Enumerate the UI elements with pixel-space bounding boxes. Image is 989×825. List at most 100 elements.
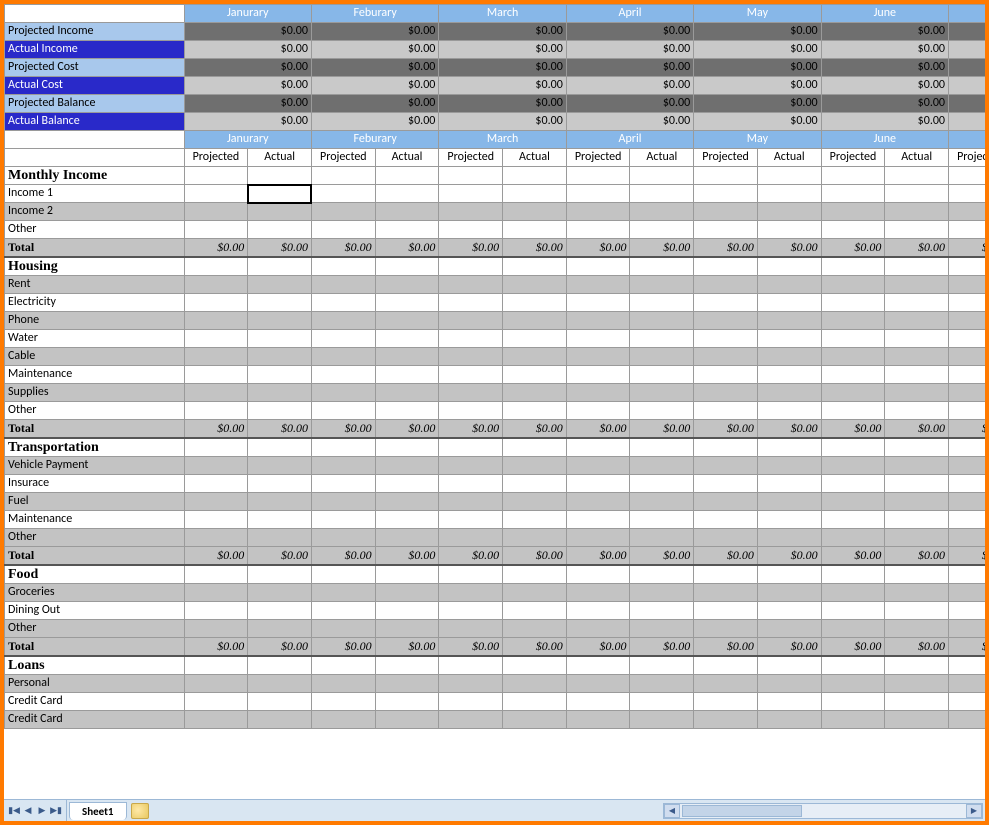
line-item-cell[interactable] [248, 620, 312, 638]
section-header-cell[interactable] [757, 167, 821, 185]
line-item-cell[interactable] [248, 693, 312, 711]
line-item-cell[interactable] [311, 511, 375, 529]
total-cell[interactable]: $0.00 [439, 638, 503, 657]
line-item-cell[interactable] [821, 203, 885, 221]
line-item-cell[interactable] [248, 493, 312, 511]
line-item-cell[interactable] [757, 584, 821, 602]
summary-row-label[interactable]: Projected Income [5, 23, 185, 41]
line-item-cell[interactable] [694, 294, 758, 312]
total-cell[interactable]: $0.00 [375, 239, 439, 258]
line-item-cell[interactable] [184, 675, 248, 693]
line-item-cell[interactable] [311, 529, 375, 547]
line-item-cell[interactable] [439, 584, 503, 602]
month-header[interactable]: March [439, 5, 566, 23]
total-cell[interactable]: $0.00 [503, 239, 567, 258]
line-item-cell[interactable] [439, 384, 503, 402]
section-header-cell[interactable] [885, 565, 949, 584]
line-item-cell[interactable] [311, 584, 375, 602]
line-item-cell[interactable] [630, 529, 694, 547]
section-header-cell[interactable] [694, 656, 758, 675]
total-cell[interactable]: $0.00 [375, 420, 439, 439]
line-item-cell[interactable] [630, 312, 694, 330]
month-header[interactable]: Feburary [311, 131, 438, 149]
line-item-cell[interactable] [630, 348, 694, 366]
total-cell[interactable]: $0.00 [821, 638, 885, 657]
total-cell[interactable]: $0.00 [439, 547, 503, 566]
line-item-cell[interactable] [694, 693, 758, 711]
line-item-cell[interactable] [439, 675, 503, 693]
section-header-cell[interactable] [566, 565, 630, 584]
line-item-cell[interactable] [184, 348, 248, 366]
line-item-label[interactable]: Maintenance [5, 366, 185, 384]
subcol-header[interactable]: Projected [694, 149, 758, 167]
line-item-cell[interactable] [566, 402, 630, 420]
line-item-cell[interactable] [503, 402, 567, 420]
line-item-cell[interactable] [439, 493, 503, 511]
line-item-cell[interactable] [821, 312, 885, 330]
total-cell[interactable]: $0.00 [248, 239, 312, 258]
line-item-cell[interactable] [757, 511, 821, 529]
summary-cell[interactable]: $0.00 [184, 113, 311, 131]
line-item-label[interactable]: Cable [5, 348, 185, 366]
line-item-cell[interactable] [375, 330, 439, 348]
total-cell[interactable]: $0.00 [694, 547, 758, 566]
line-item-cell[interactable] [630, 693, 694, 711]
line-item-cell[interactable] [375, 366, 439, 384]
subcol-header[interactable]: Projected [439, 149, 503, 167]
line-item-cell[interactable] [694, 384, 758, 402]
section-header-cell[interactable] [949, 257, 985, 276]
section-header-cell[interactable] [885, 438, 949, 457]
line-item-cell[interactable] [566, 312, 630, 330]
month-header[interactable]: Feburary [311, 5, 438, 23]
line-item-cell[interactable] [311, 457, 375, 475]
line-item-cell[interactable] [503, 185, 567, 203]
section-header-cell[interactable] [503, 167, 567, 185]
total-cell[interactable]: $0.00 [885, 547, 949, 566]
line-item-cell[interactable] [248, 384, 312, 402]
section-header-cell[interactable] [566, 167, 630, 185]
line-item-cell[interactable] [311, 620, 375, 638]
total-cell[interactable]: $0.00 [885, 239, 949, 258]
line-item-cell[interactable] [949, 366, 985, 384]
line-item-cell[interactable] [885, 330, 949, 348]
line-item-label[interactable]: Other [5, 221, 185, 239]
line-item-cell[interactable] [566, 294, 630, 312]
summary-cell[interactable]: $0.00 [566, 113, 693, 131]
line-item-cell[interactable] [821, 675, 885, 693]
summary-cell[interactable]: $0.00 [566, 41, 693, 59]
section-header-cell[interactable] [694, 565, 758, 584]
section-header-cell[interactable] [311, 438, 375, 457]
line-item-cell[interactable] [821, 294, 885, 312]
line-item-cell[interactable] [630, 203, 694, 221]
hscroll-right-button[interactable]: ▶ [966, 804, 982, 818]
month-header[interactable]: Janurary [184, 131, 311, 149]
line-item-cell[interactable] [439, 312, 503, 330]
hscroll-left-button[interactable]: ◀ [664, 804, 680, 818]
line-item-cell[interactable] [503, 294, 567, 312]
line-item-cell[interactable] [566, 366, 630, 384]
section-header-cell[interactable] [439, 438, 503, 457]
line-item-cell[interactable] [311, 366, 375, 384]
section-header-cell[interactable] [821, 656, 885, 675]
section-header-cell[interactable] [503, 438, 567, 457]
line-item-cell[interactable] [503, 366, 567, 384]
line-item-cell[interactable] [503, 602, 567, 620]
line-item-cell[interactable] [566, 584, 630, 602]
line-item-cell[interactable] [949, 475, 985, 493]
summary-cell[interactable]: $0.00 [949, 77, 985, 95]
line-item-label[interactable]: Credit Card [5, 693, 185, 711]
line-item-cell[interactable] [757, 693, 821, 711]
line-item-cell[interactable] [949, 294, 985, 312]
section-header-cell[interactable] [949, 565, 985, 584]
line-item-cell[interactable] [630, 384, 694, 402]
line-item-cell[interactable] [439, 693, 503, 711]
line-item-cell[interactable] [694, 602, 758, 620]
line-item-cell[interactable] [821, 529, 885, 547]
section-header-cell[interactable] [184, 167, 248, 185]
line-item-cell[interactable] [184, 620, 248, 638]
total-cell[interactable]: $0.00 [503, 547, 567, 566]
summary-cell[interactable]: $0.00 [566, 59, 693, 77]
line-item-cell[interactable] [949, 330, 985, 348]
line-item-cell[interactable] [375, 221, 439, 239]
section-header-cell[interactable] [630, 167, 694, 185]
